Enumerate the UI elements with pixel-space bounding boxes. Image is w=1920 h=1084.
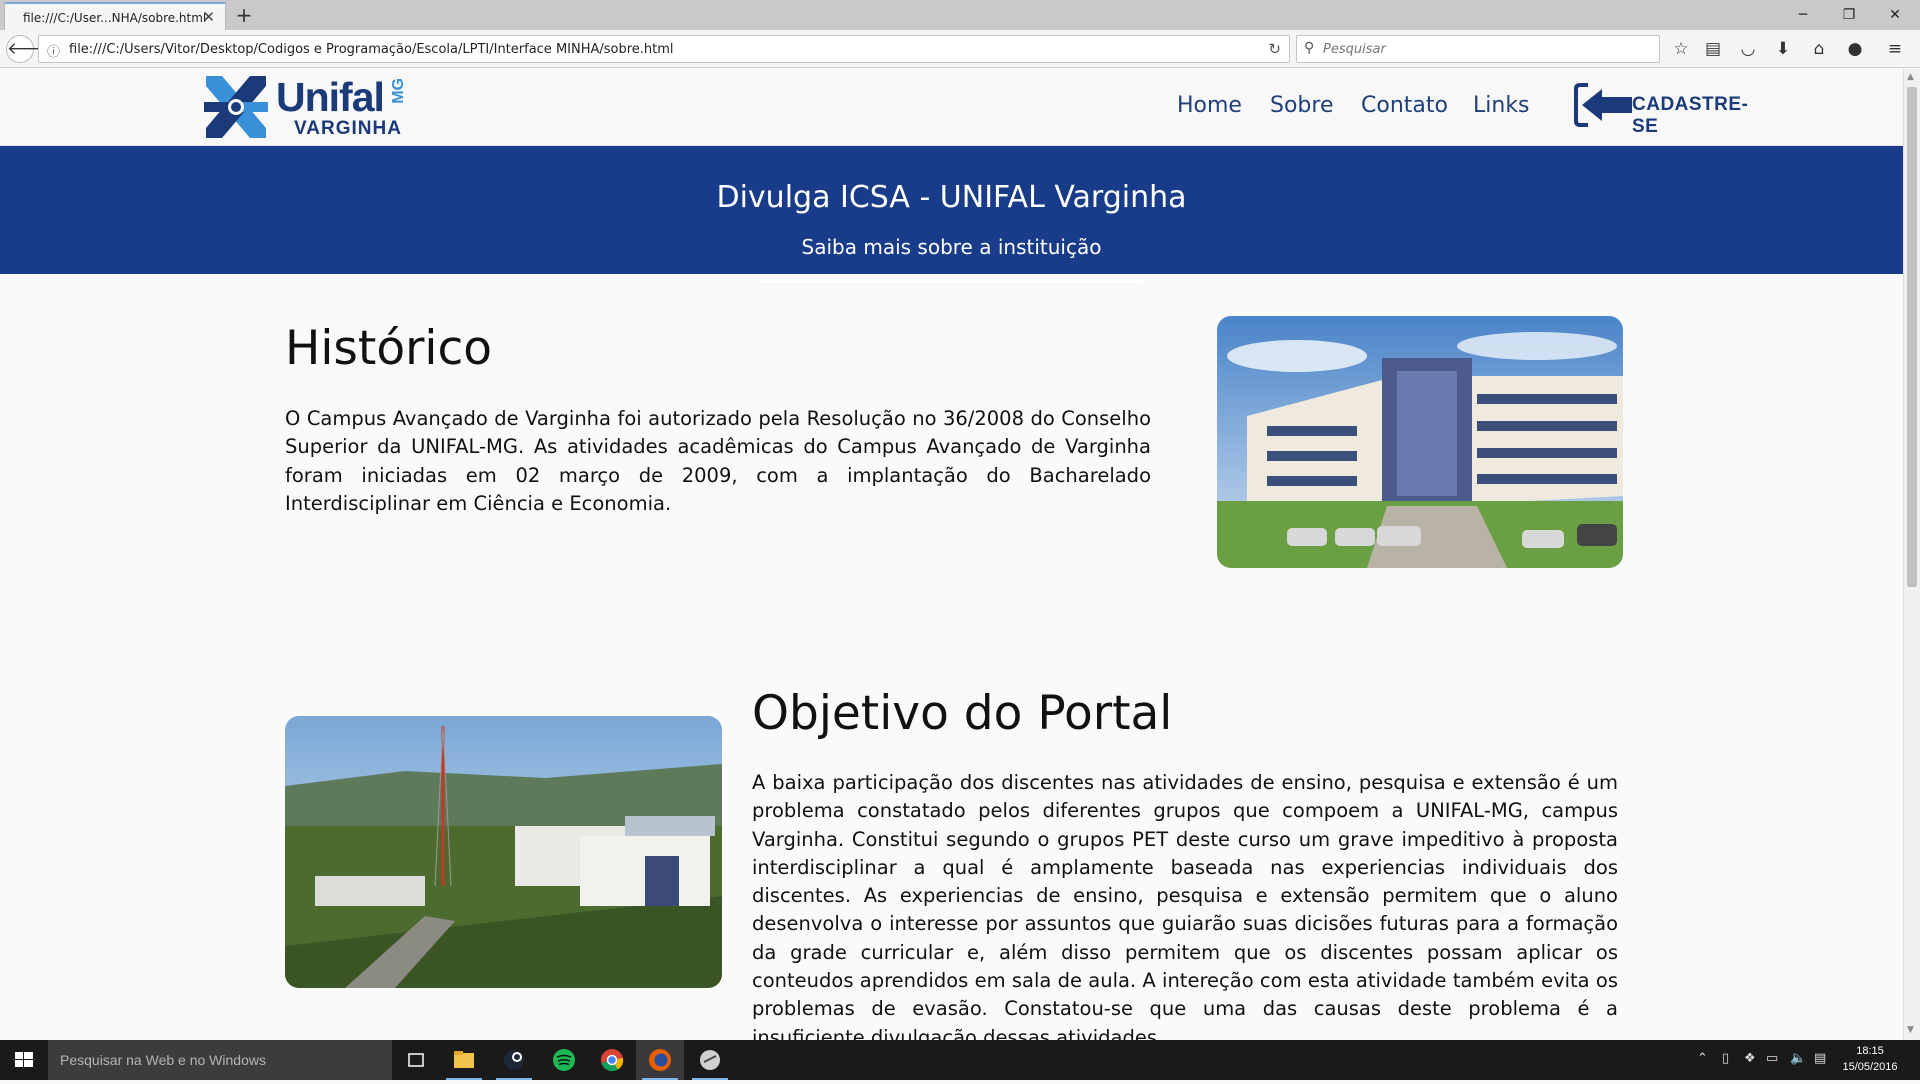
banner-subtitle: Saiba mais sobre a instituição (801, 235, 1102, 259)
objetivo-text: A baixa participação dos discentes nas a… (752, 771, 1618, 1040)
steam-icon[interactable] (490, 1040, 538, 1080)
browser-navbar: 🡐 ⓘ file:///C:/Users/Vitor/Desktop/Codig… (0, 30, 1920, 68)
bookmark-star-icon[interactable]: ☆ (1668, 36, 1694, 62)
tab-sobre[interactable]: file:///C:/User...NHA/sobre.html ✕ (4, 2, 226, 30)
logo-mg: MG (390, 78, 407, 104)
tray-volume-icon[interactable]: 🔈 (1790, 1051, 1806, 1066)
clock-date: 15/05/2016 (1842, 1061, 1898, 1073)
firefox-icon[interactable] (636, 1040, 684, 1080)
browser-tabbar: file:///C:/User...NHA/sobre.html ✕ + ─ ❐… (0, 0, 1920, 30)
taskbar-search-input[interactable]: Pesquisar na Web e no Windows (48, 1040, 392, 1080)
historico-title: Histórico (285, 321, 493, 376)
url-bar[interactable]: ⓘ file:///C:/Users/Vitor/Desktop/Codigos… (38, 35, 1290, 63)
tab-title: file:///C:/User...NHA/sobre.html (23, 11, 207, 25)
info-icon[interactable]: ⓘ (47, 41, 60, 60)
chrome-icon[interactable] (588, 1040, 636, 1080)
minimize-icon[interactable]: ─ (1780, 2, 1826, 28)
chat-icon[interactable]: ● (1842, 36, 1868, 62)
task-view-icon[interactable] (392, 1040, 440, 1080)
page-viewport: Unifal MG VARGINHA Home Sobre Contato Li… (0, 69, 1903, 1040)
close-tab-icon[interactable]: ✕ (202, 8, 215, 26)
objetivo-title: Objetivo do Portal (752, 686, 1173, 741)
hero-banner: Divulga ICSA - UNIFAL Varginha Saiba mai… (0, 146, 1903, 282)
scroll-down-icon[interactable]: ▼ (1907, 1025, 1914, 1035)
site-header: Unifal MG VARGINHA Home Sobre Contato Li… (0, 69, 1903, 146)
tray-usb-icon[interactable]: ▯ (1722, 1051, 1729, 1066)
unifal-logo[interactable]: Unifal MG VARGINHA (200, 72, 410, 142)
banner-divider (761, 280, 1141, 282)
browser-search-placeholder: Pesquisar (1323, 42, 1386, 57)
reload-icon[interactable]: ↻ (1268, 40, 1281, 58)
historico-text: O Campus Avançado de Varginha foi autori… (285, 407, 1151, 515)
download-icon[interactable]: ⬇ (1770, 36, 1796, 62)
logo-wordmark: Unifal (276, 74, 385, 120)
cadastre-se-button[interactable]: CADASTRE-SE (1574, 81, 1752, 137)
clock-time: 18:15 (1856, 1045, 1884, 1057)
home-icon[interactable]: ⌂ (1806, 36, 1832, 62)
taskbar-clock[interactable]: 18:15 15/05/2016 (1840, 1043, 1900, 1075)
page-scrollbar[interactable]: ▲ ▼ (1903, 69, 1920, 1040)
pocket-icon[interactable]: ◡ (1735, 36, 1761, 62)
nav-links-link[interactable]: Links (1473, 93, 1530, 118)
back-icon[interactable]: 🡐 (6, 35, 53, 63)
close-window-icon[interactable]: ✕ (1872, 2, 1918, 28)
windows-logo-icon (15, 1052, 33, 1067)
tray-network-icon[interactable]: ▭ (1766, 1051, 1778, 1066)
reading-list-icon[interactable]: ▤ (1700, 36, 1726, 62)
taskbar-search-placeholder: Pesquisar na Web e no Windows (60, 1052, 266, 1068)
nav-home-link[interactable]: Home (1177, 93, 1242, 118)
spotify-icon[interactable] (540, 1040, 588, 1080)
campus-building-photo (1217, 316, 1623, 568)
menu-icon[interactable]: ≡ (1882, 36, 1908, 62)
arrow-left-icon (1574, 83, 1632, 127)
tray-expand-icon[interactable]: ⌃ (1697, 1051, 1708, 1066)
logo-x-icon (204, 76, 268, 138)
new-tab-icon[interactable]: + (232, 3, 256, 27)
banner-title: Divulga ICSA - UNIFAL Varginha (716, 180, 1187, 215)
app-icon[interactable] (686, 1040, 734, 1080)
tray-dropbox-icon[interactable]: ❖ (1744, 1051, 1756, 1066)
file-explorer-icon[interactable] (440, 1040, 488, 1080)
nav-sobre-link[interactable]: Sobre (1270, 93, 1334, 118)
campus-aerial-photo (285, 716, 722, 988)
nav-contato-link[interactable]: Contato (1361, 93, 1448, 118)
windows-taskbar: Pesquisar na Web e no Windows ⌃ ▯ ❖ ▭ 🔈 … (0, 1040, 1920, 1080)
browser-search-input[interactable]: ⚲ Pesquisar (1296, 35, 1660, 63)
url-text: file:///C:/Users/Vitor/Desktop/Codigos e… (69, 42, 674, 57)
logo-subtitle: VARGINHA (294, 118, 402, 139)
search-icon: ⚲ (1304, 40, 1315, 56)
scroll-up-icon[interactable]: ▲ (1907, 72, 1914, 82)
cadastre-se-label: CADASTRE-SE (1632, 94, 1749, 137)
start-button[interactable] (0, 1040, 48, 1080)
restore-icon[interactable]: ❐ (1826, 2, 1872, 28)
tray-notification-icon[interactable]: ▤ (1814, 1051, 1826, 1066)
scroll-thumb[interactable] (1907, 87, 1917, 587)
